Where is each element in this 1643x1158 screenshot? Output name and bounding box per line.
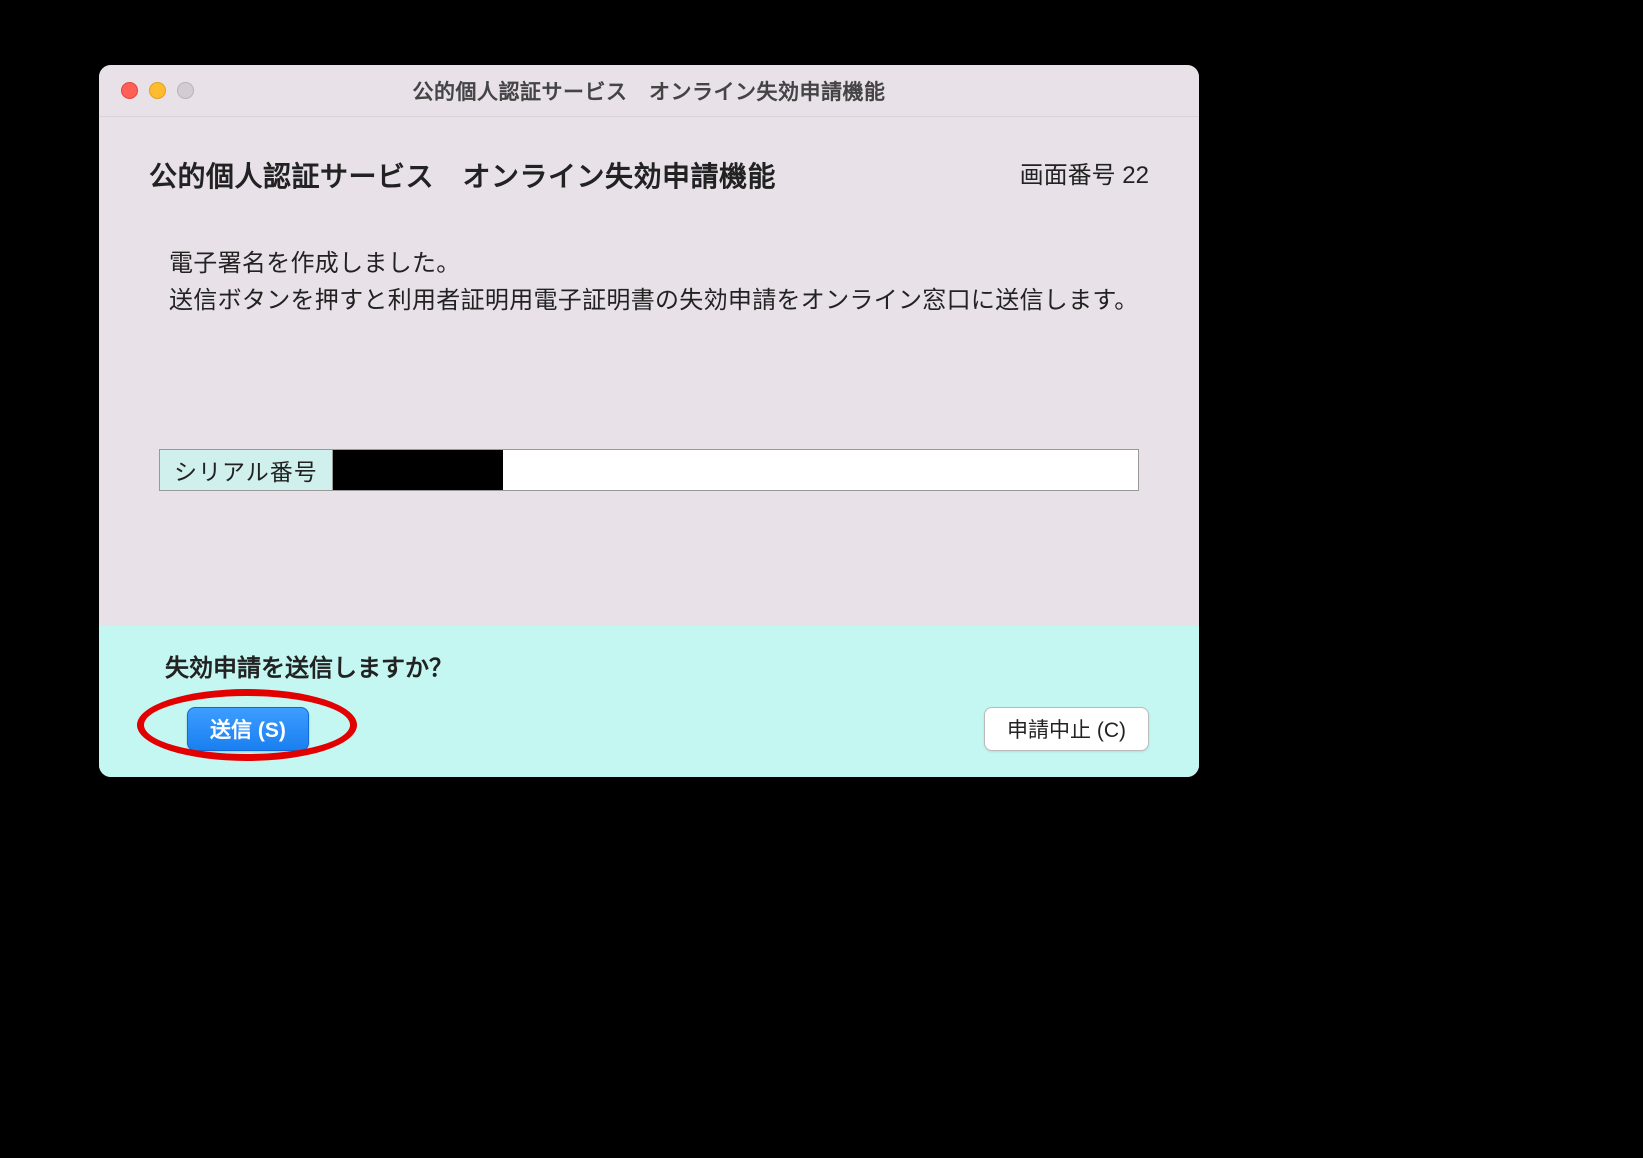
- window-title: 公的個人認証サービス オンライン失効申請機能: [99, 76, 1199, 106]
- minimize-icon[interactable]: [149, 82, 166, 99]
- traffic-lights: [121, 82, 194, 99]
- screen-number: 画面番号 22: [1020, 155, 1149, 190]
- button-row: 送信 (S) 申請中止 (C): [149, 707, 1149, 751]
- body-line-1: 電子署名を作成しました。: [169, 245, 1149, 282]
- dialog-window: 公的個人認証サービス オンライン失効申請機能 公的個人認証サービス オンライン失…: [99, 65, 1199, 777]
- page-title: 公的個人認証サービス オンライン失効申請機能: [149, 155, 776, 195]
- titlebar: 公的個人認証サービス オンライン失効申請機能: [99, 65, 1199, 117]
- serial-value: [503, 449, 1139, 491]
- confirm-text: 失効申請を送信しますか？: [165, 648, 1149, 683]
- header-row: 公的個人認証サービス オンライン失効申請機能 画面番号 22: [149, 155, 1149, 195]
- send-button[interactable]: 送信 (S): [187, 707, 309, 751]
- send-button-wrap: 送信 (S): [187, 707, 309, 751]
- body-line-2: 送信ボタンを押すと利用者証明用電子証明書の失効申請をオンライン窓口に送信します。: [169, 282, 1149, 319]
- footer: 失効申請を送信しますか？ 送信 (S) 申請中止 (C): [99, 626, 1199, 777]
- serial-redacted: [333, 449, 503, 491]
- body-text: 電子署名を作成しました。 送信ボタンを押すと利用者証明用電子証明書の失効申請をオ…: [169, 245, 1149, 319]
- serial-label: シリアル番号: [159, 449, 333, 491]
- content-area: 公的個人認証サービス オンライン失効申請機能 画面番号 22 電子署名を作成しま…: [99, 117, 1199, 626]
- cancel-button[interactable]: 申請中止 (C): [984, 707, 1149, 751]
- maximize-icon: [177, 82, 194, 99]
- close-icon[interactable]: [121, 82, 138, 99]
- serial-row: シリアル番号: [159, 449, 1139, 491]
